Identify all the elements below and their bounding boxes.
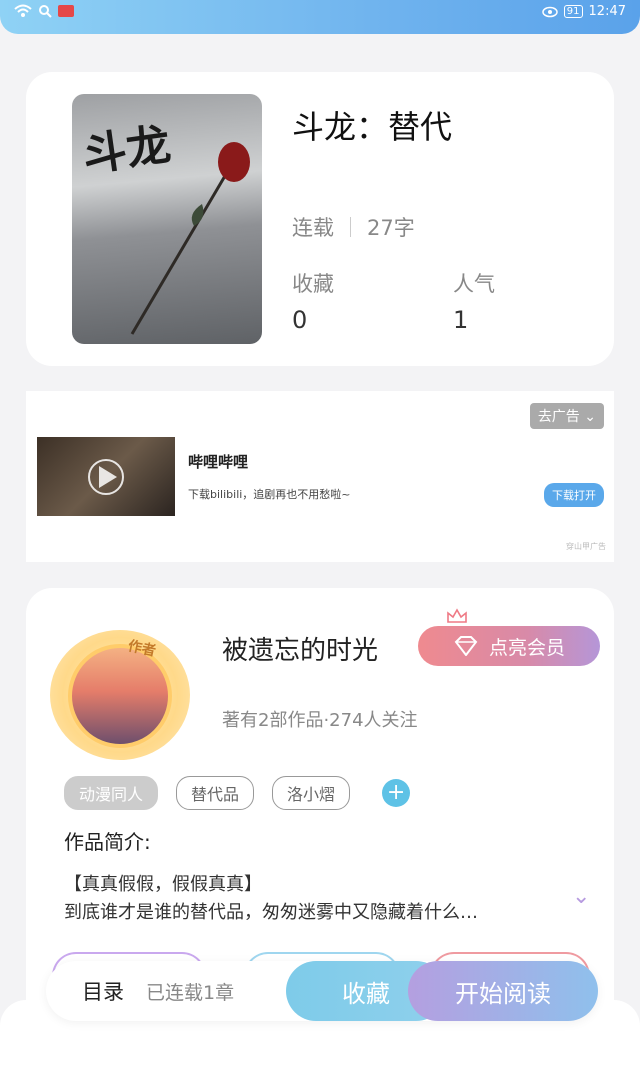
notification-icon bbox=[58, 5, 74, 17]
tag-item[interactable]: 洛小熠 bbox=[272, 776, 351, 810]
bottom-action-bar: 目录 已连载1章 收藏 开始阅读 bbox=[46, 961, 598, 1021]
serial-status: 连载 bbox=[292, 216, 334, 240]
crown-icon bbox=[447, 608, 467, 623]
tag-list: 动漫同人 替代品 洛小熠 + bbox=[64, 776, 411, 810]
status-time: 12:47 bbox=[588, 4, 626, 19]
tag-item[interactable]: 替代品 bbox=[176, 776, 255, 810]
favorite-label: 收藏 bbox=[342, 979, 390, 1008]
diamond-icon bbox=[454, 636, 478, 656]
chapter-count: 已连载1章 bbox=[146, 982, 235, 1004]
remove-ad-label: 去广告 bbox=[537, 409, 580, 425]
author-name[interactable]: 被遗忘的时光 bbox=[222, 630, 378, 667]
rose-icon bbox=[130, 142, 250, 335]
book-title: 斗龙：替代 bbox=[292, 108, 453, 146]
ad-banner[interactable]: 去广告 ⌄ 哔哩哔哩 下载bilibili，追剧再也不用愁啦~ 下载打开 穿山甲… bbox=[26, 391, 614, 562]
intro-text-line2: 到底谁才是谁的替代品，匆匆迷雾中又隐藏着什么… bbox=[64, 902, 478, 923]
author-avatar[interactable]: 作者 bbox=[50, 630, 190, 760]
ad-description: 下载bilibili，追剧再也不用愁啦~ bbox=[188, 488, 351, 501]
book-status-row: 连载 27字 bbox=[292, 212, 415, 242]
expand-chevron-icon[interactable]: ⌄ bbox=[572, 884, 590, 909]
ad-source-label: 穿山甲广告 bbox=[566, 542, 606, 551]
status-left-icons bbox=[14, 4, 74, 18]
ad-thumbnail[interactable] bbox=[37, 437, 175, 516]
book-cover[interactable]: 斗龙 bbox=[72, 94, 262, 344]
remove-ad-button[interactable]: 去广告 ⌄ bbox=[529, 403, 604, 429]
eye-icon bbox=[542, 6, 558, 17]
intro-heading: 作品简介: bbox=[64, 830, 151, 854]
search-icon bbox=[39, 5, 52, 18]
favorites-label: 收藏 bbox=[292, 272, 334, 296]
vip-button-label: 点亮会员 bbox=[488, 636, 565, 659]
ad-title: 哔哩哔哩 bbox=[188, 453, 249, 471]
book-info-card: 斗龙 斗龙：替代 连载 27字 收藏 0 人气 1 bbox=[26, 72, 614, 366]
popularity-value: 1 bbox=[453, 306, 469, 334]
tag-item[interactable]: 动漫同人 bbox=[64, 776, 159, 810]
toc-button[interactable]: 目录 bbox=[82, 976, 124, 1006]
avatar bbox=[68, 644, 172, 748]
author-meta: 著有2部作品·274人关注 bbox=[222, 710, 418, 731]
start-reading-button[interactable]: 开始阅读 bbox=[408, 961, 598, 1021]
intro-text-line1: 【真真假假，假假真真】 bbox=[64, 874, 262, 895]
status-right-icons: 91 12:47 bbox=[542, 4, 626, 19]
popularity-label: 人气 bbox=[453, 272, 495, 296]
add-tag-button[interactable]: + bbox=[382, 779, 411, 807]
ad-download-button[interactable]: 下载打开 bbox=[544, 483, 604, 507]
status-bar: 91 12:47 bbox=[0, 0, 640, 34]
favorites-value: 0 bbox=[292, 306, 308, 334]
battery-icon: 91 bbox=[563, 5, 583, 18]
play-icon bbox=[88, 458, 124, 495]
vip-button[interactable]: 点亮会员 bbox=[418, 626, 600, 666]
start-reading-label: 开始阅读 bbox=[455, 979, 551, 1008]
divider bbox=[350, 217, 351, 237]
word-count: 27字 bbox=[367, 216, 415, 240]
wifi-icon bbox=[14, 4, 32, 17]
